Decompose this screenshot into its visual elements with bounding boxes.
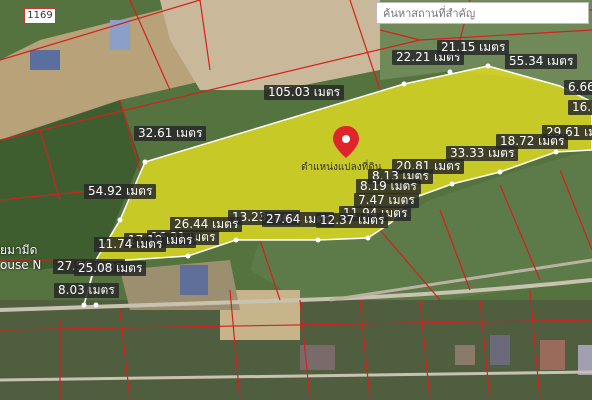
measurement-label: 8.19 เมตร (356, 179, 421, 194)
measurement-label: 12.37 เมตร (316, 213, 389, 228)
measurement-label: 8.03 เมตร (54, 283, 119, 298)
roof-village-5 (578, 345, 592, 375)
measurement-label: 105.03 เมตร (264, 85, 345, 100)
roof-south (180, 265, 208, 295)
roof-nw (30, 50, 60, 70)
roof-village-4 (540, 340, 565, 370)
search-input[interactable] (376, 2, 589, 24)
satellite-map[interactable] (0, 0, 592, 400)
measurement-label: 11.74 เมตร (94, 237, 167, 252)
measurement-label: 21.15 เมตร (437, 40, 510, 55)
measurement-label: 25.08 เมตร (74, 261, 147, 276)
field-light-north (160, 0, 380, 90)
measurement-label: 32.61 เมตร (134, 126, 207, 141)
measurement-label: 16.9 (568, 100, 592, 115)
road-number-shield: 1169 (24, 8, 56, 24)
measurement-label: 6.66 (564, 80, 592, 95)
poi-label-line2: ouse N (0, 258, 42, 272)
measurement-label: 55.34 เมตร (505, 54, 578, 69)
roof-village-3 (455, 345, 475, 365)
roof-village-2 (490, 335, 510, 365)
measurement-label: 54.92 เมตร (84, 184, 157, 199)
